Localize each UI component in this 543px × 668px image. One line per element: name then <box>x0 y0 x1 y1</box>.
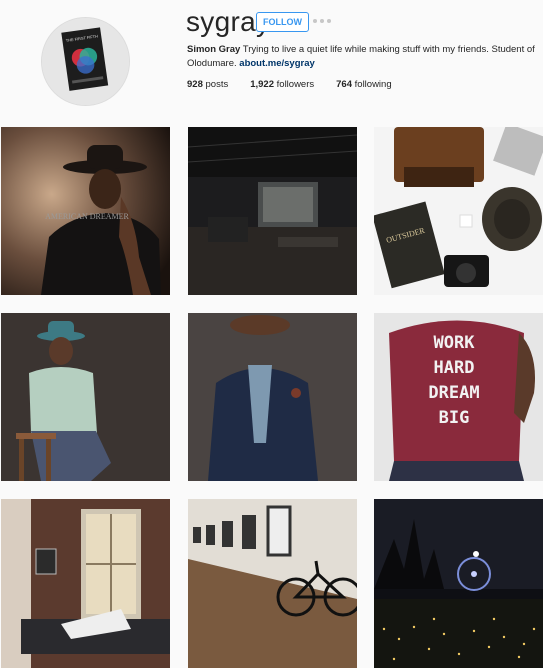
post-image-work-hard-shirt: WORK HARD DREAM BIG <box>374 313 543 481</box>
post-tile[interactable] <box>1 499 170 668</box>
dot <box>313 19 317 23</box>
stat-posts: 928 posts <box>187 79 228 90</box>
avatar-image: THE FIRST FIFTH <box>42 18 129 105</box>
followers-count: 1,922 <box>250 79 274 90</box>
post-tile[interactable] <box>188 127 357 295</box>
shirt-line-3: DREAM <box>428 383 479 403</box>
profile-header: THE FIRST FIFTH sygray FOLLOW Simon Gray… <box>0 0 543 120</box>
following-label: following <box>354 79 392 90</box>
profile-fullname: Simon Gray <box>187 44 241 55</box>
post-tile[interactable] <box>374 499 543 668</box>
posts-count: 928 <box>187 79 203 90</box>
posts-label: posts <box>205 79 229 90</box>
post-tile[interactable]: WORK HARD DREAM BIG <box>374 313 543 481</box>
post-image-seated-man <box>1 313 170 481</box>
post-image-gallery <box>188 499 357 668</box>
profile-stats: 928 posts 1,922 followers 764 following <box>187 79 414 90</box>
dot <box>327 19 331 23</box>
post-image-man-in-suit <box>188 313 357 481</box>
post-image-night-park <box>374 499 543 668</box>
post-tile[interactable]: OUTSIDER <box>374 127 543 295</box>
post-image-flatlay: OUTSIDER <box>374 127 543 295</box>
dot <box>320 19 324 23</box>
more-dots-icon[interactable] <box>313 17 331 25</box>
post-image-man-in-hat: AMERICAN DREAMER <box>1 127 170 295</box>
post-tile[interactable] <box>188 313 357 481</box>
post-tile[interactable] <box>188 499 357 668</box>
post-tile[interactable] <box>1 313 170 481</box>
following-count: 764 <box>336 79 352 90</box>
profile-bio: Simon Gray Trying to live a quiet life w… <box>187 43 537 71</box>
post-tile[interactable]: AMERICAN DREAMER <box>1 127 170 295</box>
followers-label: followers <box>276 79 315 90</box>
profile-link[interactable]: about.me/sygray <box>239 58 315 69</box>
post-image-dark-interior <box>188 127 357 295</box>
stat-following[interactable]: 764 following <box>336 79 391 90</box>
shirt-line-4: BIG <box>439 408 470 428</box>
post-image-loft <box>1 499 170 668</box>
shirt-text: AMERICAN DREAMER <box>45 212 129 221</box>
shirt-line-2: HARD <box>434 358 475 378</box>
profile-avatar[interactable]: THE FIRST FIFTH <box>41 17 130 106</box>
follow-button[interactable]: FOLLOW <box>256 12 309 32</box>
stat-followers[interactable]: 1,922 followers <box>250 79 314 90</box>
shirt-line-1: WORK <box>434 333 476 353</box>
